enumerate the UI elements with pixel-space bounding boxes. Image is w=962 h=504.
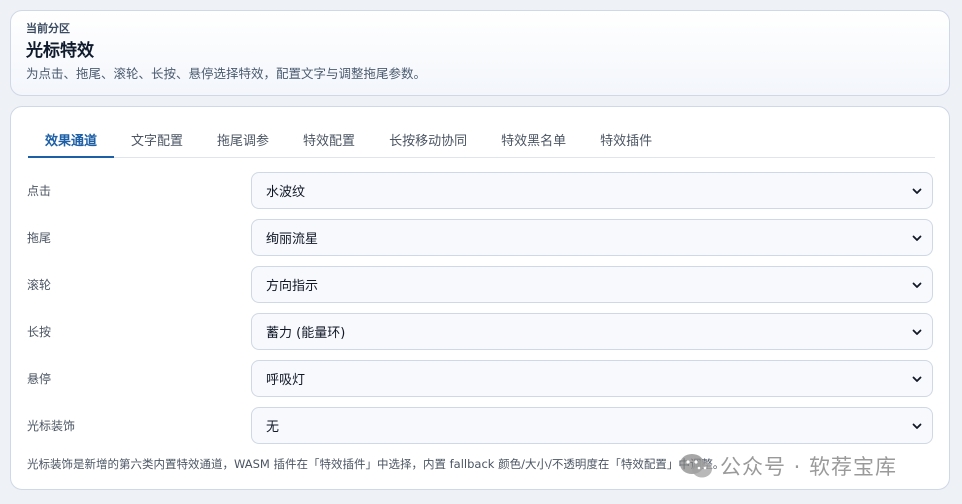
chevron-down-icon: [912, 235, 922, 241]
channel-label: 光标装饰: [27, 419, 76, 433]
channel-label: 长按: [27, 325, 52, 339]
page-title: 光标特效: [26, 41, 94, 61]
channel-label: 滚轮: [27, 278, 52, 292]
hover-effect-select[interactable]: 呼吸灯: [251, 360, 933, 397]
watermark: 公众号 · 软荐宝库: [678, 451, 897, 481]
select-value: 蓄力 (能量环): [266, 326, 346, 341]
select-value: 方向指示: [266, 279, 319, 294]
watermark-text: 公众号 · 软荐宝库: [720, 455, 898, 479]
select-value: 绚丽流星: [266, 232, 319, 247]
tab-effect-config[interactable]: 特效配置: [286, 121, 372, 158]
channel-label: 悬停: [27, 372, 52, 386]
tab-long-press-move[interactable]: 长按移动协同: [372, 121, 484, 158]
select-value: 呼吸灯: [266, 373, 306, 388]
chevron-down-icon: [912, 329, 922, 335]
tab-text-config[interactable]: 文字配置: [114, 121, 200, 158]
tab-effect-plugins[interactable]: 特效插件: [583, 121, 669, 158]
channel-row-cursor-decoration: 光标装饰 无: [27, 407, 933, 444]
channel-row-hover: 悬停 呼吸灯: [27, 360, 933, 397]
select-value: 水波纹: [266, 185, 306, 200]
channel-label: 点击: [27, 184, 52, 198]
trail-effect-select[interactable]: 绚丽流星: [251, 219, 933, 256]
select-value: 无: [266, 420, 280, 435]
tab-effect-blacklist[interactable]: 特效黑名单: [484, 121, 583, 158]
channel-row-trail: 拖尾 绚丽流星: [27, 219, 933, 256]
tab-bar: 效果通道 文字配置 拖尾调参 特效配置 长按移动协同 特效黑名单 特效插件: [28, 121, 935, 158]
breadcrumb: 当前分区: [26, 22, 70, 35]
channel-list: 点击 水波纹 拖尾 绚丽流星 滚轮 方向指示 长按 蓄力 (能量环) 悬停 呼吸…: [27, 172, 933, 454]
page-description: 为点击、拖尾、滚轮、长按、悬停选择特效，配置文字与调整拖尾参数。: [26, 66, 427, 81]
chevron-down-icon: [912, 376, 922, 382]
channel-label: 拖尾: [27, 231, 52, 245]
channel-row-scroll: 滚轮 方向指示: [27, 266, 933, 303]
wechat-icon: [680, 454, 712, 478]
chevron-down-icon: [912, 423, 922, 429]
channel-row-click: 点击 水波纹: [27, 172, 933, 209]
long-press-effect-select[interactable]: 蓄力 (能量环): [251, 313, 933, 350]
settings-panel: 效果通道 文字配置 拖尾调参 特效配置 长按移动协同 特效黑名单 特效插件 点击…: [10, 106, 950, 490]
tab-effect-channels[interactable]: 效果通道: [28, 121, 115, 158]
scroll-effect-select[interactable]: 方向指示: [251, 266, 933, 303]
chevron-down-icon: [912, 188, 922, 194]
tab-trail-tuning[interactable]: 拖尾调参: [200, 121, 286, 158]
chevron-down-icon: [912, 282, 922, 288]
channel-row-long-press: 长按 蓄力 (能量环): [27, 313, 933, 350]
section-header: 当前分区 光标特效 为点击、拖尾、滚轮、长按、悬停选择特效，配置文字与调整拖尾参…: [10, 10, 950, 96]
cursor-decoration-select[interactable]: 无: [251, 407, 933, 444]
click-effect-select[interactable]: 水波纹: [251, 172, 933, 209]
